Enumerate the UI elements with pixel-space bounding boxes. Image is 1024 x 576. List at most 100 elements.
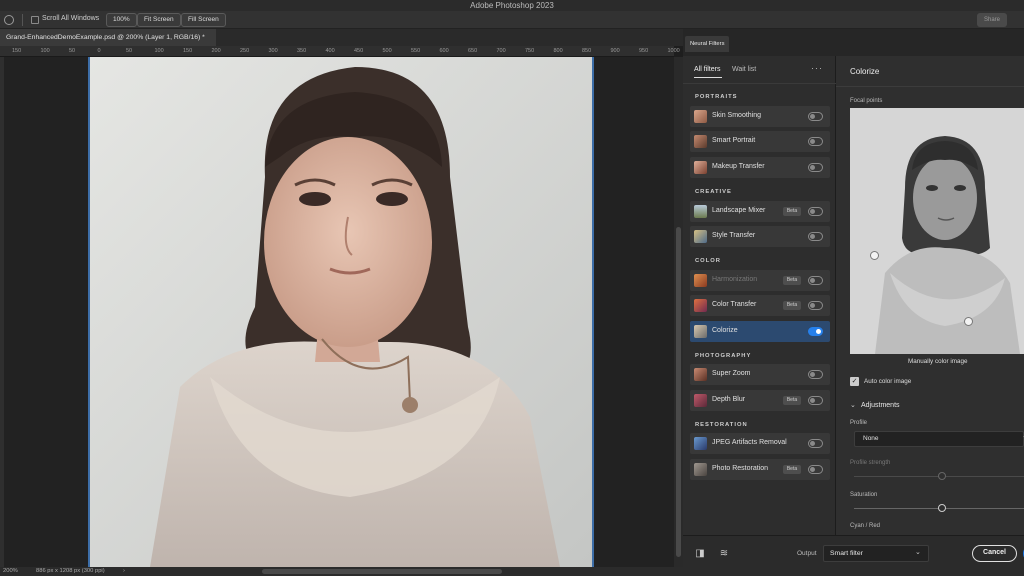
more-options-icon[interactable]: ··· <box>811 63 823 73</box>
filter-landscape-mixer[interactable]: Landscape Mixer Beta <box>690 201 830 222</box>
layers-preview-icon[interactable]: ≋ <box>717 547 731 561</box>
harmonization-toggle[interactable] <box>808 276 823 285</box>
ruler-tick-label: 450 <box>354 48 364 54</box>
share-button[interactable]: Share <box>977 13 1007 27</box>
vertical-scroll-thumb[interactable] <box>676 227 681 557</box>
app-title: Adobe Photoshop 2023 <box>470 1 554 10</box>
filter-label: JPEG Artifacts Removal <box>712 439 787 446</box>
style-transfer-toggle[interactable] <box>808 232 823 241</box>
jpeg-artifacts-toggle[interactable] <box>808 439 823 448</box>
scroll-all-windows-checkbox[interactable] <box>31 16 39 24</box>
filter-photo-restoration[interactable]: Photo Restoration Beta <box>690 459 830 480</box>
beta-badge: Beta <box>783 276 801 285</box>
document-tab[interactable]: Grand-EnhancedDemoExample.psd @ 200% (La… <box>0 29 216 46</box>
skin-smoothing-thumbnail-icon <box>694 110 707 123</box>
smart-portrait-toggle[interactable] <box>808 137 823 146</box>
ruler-tick-label: 50 <box>126 48 133 54</box>
profile-strength-label: Profile strength <box>850 460 891 466</box>
skin-smoothing-toggle[interactable] <box>808 112 823 121</box>
ruler-tick-label: 750 <box>525 48 535 54</box>
filter-style-transfer[interactable]: Style Transfer <box>690 226 830 247</box>
filter-jpeg-artifacts-removal[interactable]: JPEG Artifacts Removal <box>690 433 830 454</box>
super-zoom-toggle[interactable] <box>808 370 823 379</box>
fit-screen-button[interactable]: Fit Screen <box>137 13 181 27</box>
chevron-down-icon[interactable]: ⌄ <box>850 401 856 409</box>
filter-super-zoom[interactable]: Super Zoom <box>690 364 830 385</box>
makeup-transfer-thumbnail-icon <box>694 161 707 174</box>
filter-label: Super Zoom <box>712 370 751 377</box>
focal-point-marker[interactable] <box>964 317 973 326</box>
color-transfer-toggle[interactable] <box>808 301 823 310</box>
preview-image <box>850 108 1024 354</box>
hand-tool-icon[interactable] <box>4 15 14 25</box>
ruler-tick-label: 250 <box>240 48 250 54</box>
neural-filters-panel-tab[interactable]: Neural Filters <box>685 36 730 52</box>
profile-strength-slider-knob[interactable] <box>938 472 946 480</box>
document-photo[interactable] <box>88 57 594 567</box>
ruler-tick-label: 400 <box>325 48 335 54</box>
vertical-scrollbar[interactable] <box>674 57 683 567</box>
cyan-red-label: Cyan / Red <box>850 523 881 529</box>
filter-label: Smart Portrait <box>712 137 756 144</box>
filter-colorize[interactable]: Colorize <box>690 321 830 342</box>
adjustments-heading[interactable]: Adjustments <box>861 402 900 409</box>
show-original-icon[interactable]: ◨ <box>693 547 707 561</box>
filter-depth-blur[interactable]: Depth Blur Beta <box>690 390 830 411</box>
active-tab-indicator <box>694 77 722 78</box>
photo-restoration-thumbnail-icon <box>694 463 707 476</box>
ruler-tick-label: 800 <box>553 48 563 54</box>
cancel-button[interactable]: Cancel <box>972 545 1017 562</box>
landscape-mixer-toggle[interactable] <box>808 207 823 216</box>
focal-point-marker[interactable] <box>870 251 879 260</box>
app-title-bar: Adobe Photoshop 2023 <box>0 0 1024 11</box>
filter-skin-smoothing[interactable]: Skin Smoothing <box>690 106 830 127</box>
zoom-100-button[interactable]: 100% <box>106 13 137 27</box>
style-transfer-thumbnail-icon <box>694 230 707 243</box>
filter-label: Skin Smoothing <box>712 112 762 119</box>
filter-label: Style Transfer <box>712 232 756 239</box>
tab-all-filters[interactable]: All filters <box>694 66 720 73</box>
category-color: COLOR <box>695 258 721 264</box>
focal-points-label: Focal points <box>850 98 883 104</box>
profile-select[interactable]: None <box>854 431 1024 447</box>
neural-filters-list: All filters Wait list ··· PORTRAITS Skin… <box>683 56 836 535</box>
saturation-slider-knob[interactable] <box>938 504 946 512</box>
filter-color-transfer[interactable]: Color Transfer Beta <box>690 295 830 316</box>
colorize-toggle[interactable] <box>808 327 823 336</box>
ruler-tick-label: 950 <box>639 48 649 54</box>
profile-label: Profile <box>850 420 868 426</box>
scroll-all-windows-label: Scroll All Windows <box>42 15 100 22</box>
photo-restoration-toggle[interactable] <box>808 465 823 474</box>
filter-label: Colorize <box>712 327 738 334</box>
status-arrow-icon[interactable]: › <box>123 567 125 576</box>
filter-makeup-transfer[interactable]: Makeup Transfer <box>690 157 830 178</box>
filter-label: Landscape Mixer <box>712 207 766 214</box>
divider <box>683 83 836 84</box>
zoom-level: 200% <box>3 568 18 574</box>
focal-points-preview[interactable] <box>850 108 1024 354</box>
smart-portrait-thumbnail-icon <box>694 135 707 148</box>
neural-filters-bottom-bar: ◨ ≋ Output Smart filter ⌄ Cancel OK <box>683 535 1024 576</box>
ruler-tick-label: 150 <box>12 48 22 54</box>
category-restoration: RESTORATION <box>695 422 748 428</box>
ruler-tick-label: 700 <box>496 48 506 54</box>
filter-harmonization[interactable]: Harmonization Beta <box>690 270 830 291</box>
ruler-tick-label: 850 <box>582 48 592 54</box>
canvas-area[interactable] <box>4 57 674 567</box>
filter-label: Harmonization <box>712 276 758 283</box>
tab-wait-list[interactable]: Wait list <box>732 66 756 73</box>
filter-smart-portrait[interactable]: Smart Portrait <box>690 131 830 152</box>
super-zoom-thumbnail-icon <box>694 368 707 381</box>
beta-badge: Beta <box>783 301 801 310</box>
output-select[interactable]: Smart filter <box>823 545 929 562</box>
colorize-thumbnail-icon <box>694 325 707 338</box>
fill-screen-button[interactable]: Fill Screen <box>181 13 226 27</box>
color-transfer-thumbnail-icon <box>694 299 707 312</box>
depth-blur-toggle[interactable] <box>808 396 823 405</box>
status-bar: 200% 886 px x 1208 px (300 ppi) › <box>0 567 683 576</box>
auto-color-checkbox[interactable]: ✓ <box>850 377 859 386</box>
options-bar: Scroll All Windows 100% Fit Screen Fill … <box>0 11 1024 29</box>
makeup-transfer-toggle[interactable] <box>808 163 823 172</box>
horizontal-scrollbar[interactable] <box>262 569 502 574</box>
saturation-label: Saturation <box>850 492 878 498</box>
